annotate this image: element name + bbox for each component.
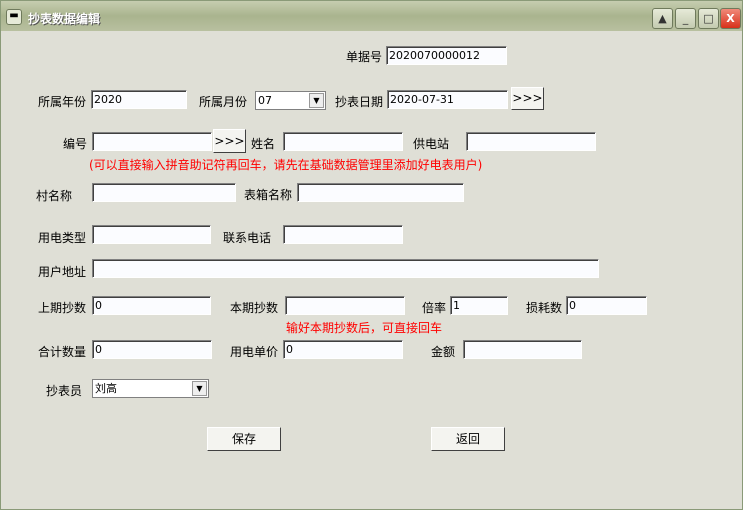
ratio-input[interactable]: 1 xyxy=(450,296,508,315)
total-input[interactable]: 0 xyxy=(92,340,212,359)
date-label: 抄表日期 xyxy=(335,95,384,109)
back-button[interactable]: 返回 xyxy=(431,427,505,451)
type-label: 用电类型 xyxy=(38,231,87,245)
name-label: 姓名 xyxy=(251,137,276,151)
title-bar: ▬ 抄表数据编辑 ▲ _ □ X xyxy=(1,1,742,31)
box-input[interactable] xyxy=(297,183,464,202)
rollup-button[interactable]: ▲ xyxy=(652,8,673,29)
curr-hint: 输好本期抄数后，可直接回车 xyxy=(286,321,443,335)
minimize-button[interactable]: _ xyxy=(675,8,696,29)
type-input[interactable] xyxy=(92,225,211,244)
address-label: 用户地址 xyxy=(38,265,87,279)
reader-value: 刘高 xyxy=(95,382,117,395)
code-hint: (可以直接输入拼音助记符再回车，请先在基础数据管理里添加好电表用户) xyxy=(89,158,483,172)
code-pick-button[interactable]: >>> xyxy=(213,129,246,153)
prev-label: 上期抄数 xyxy=(38,301,87,315)
amount-label: 金额 xyxy=(431,345,456,359)
phone-input[interactable] xyxy=(283,225,403,244)
code-input[interactable] xyxy=(92,132,212,151)
curr-input[interactable] xyxy=(285,296,405,315)
station-label: 供电站 xyxy=(413,137,450,151)
station-input[interactable] xyxy=(466,132,596,151)
box-label: 表箱名称 xyxy=(244,188,293,202)
address-input[interactable] xyxy=(92,259,599,278)
ratio-label: 倍率 xyxy=(422,301,447,315)
close-button[interactable]: X xyxy=(720,8,741,29)
year-input[interactable]: 2020 xyxy=(91,90,187,109)
reader-select[interactable]: 刘高 ▼ xyxy=(92,379,209,398)
month-label: 所属月份 xyxy=(199,95,248,109)
code-label: 编号 xyxy=(63,137,88,151)
bill-no-label: 单据号 xyxy=(346,50,383,64)
chevron-down-icon[interactable]: ▼ xyxy=(192,381,207,396)
price-label: 用电单价 xyxy=(230,345,279,359)
dialog-window: ▬ 抄表数据编辑 ▲ _ □ X 单据号 2020070000012 所属年份 … xyxy=(0,0,743,510)
maximize-button[interactable]: □ xyxy=(698,8,719,29)
month-select[interactable]: 07 ▼ xyxy=(255,91,326,110)
amount-input[interactable] xyxy=(463,340,582,359)
date-pick-button[interactable]: >>> xyxy=(511,87,544,110)
village-input[interactable] xyxy=(92,183,236,202)
year-label: 所属年份 xyxy=(38,95,87,109)
month-value: 07 xyxy=(258,94,272,107)
date-input[interactable]: 2020-07-31 xyxy=(387,90,508,109)
prev-input[interactable]: 0 xyxy=(92,296,211,315)
loss-input[interactable]: 0 xyxy=(566,296,647,315)
total-label: 合计数量 xyxy=(38,345,87,359)
reader-label: 抄表员 xyxy=(46,384,83,398)
save-button[interactable]: 保存 xyxy=(207,427,281,451)
village-label: 村名称 xyxy=(36,189,73,203)
chevron-down-icon[interactable]: ▼ xyxy=(309,93,324,108)
loss-label: 损耗数 xyxy=(526,301,563,315)
window-title: 抄表数据编辑 xyxy=(28,12,101,26)
system-menu-icon[interactable]: ▬ xyxy=(6,9,22,25)
phone-label: 联系电话 xyxy=(223,231,272,245)
curr-label: 本期抄数 xyxy=(230,301,279,315)
price-input[interactable]: 0 xyxy=(283,340,403,359)
bill-no-input[interactable]: 2020070000012 xyxy=(386,46,507,65)
name-input[interactable] xyxy=(283,132,403,151)
